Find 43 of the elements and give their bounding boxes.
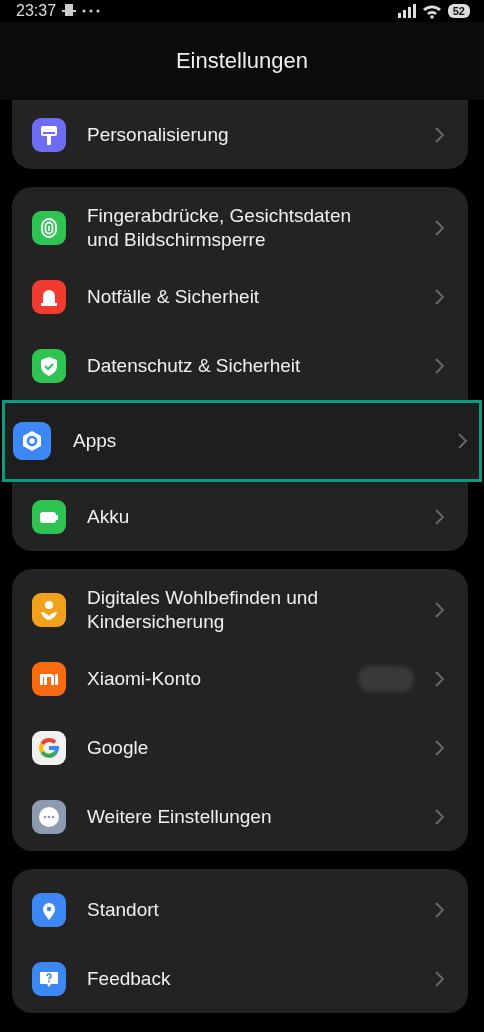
settings-row[interactable]: Xiaomi-Konto [12, 644, 468, 713]
chevron-icon [435, 739, 444, 756]
chevron-icon [435, 288, 444, 305]
settings-row[interactable]: Fingerabdrücke, Gesichtsdaten und Bildschirmsperre [12, 193, 468, 262]
chevron-icon [435, 508, 444, 525]
chevron-icon [435, 970, 444, 987]
setting-label: Fingerabdrücke, Gesichtsdaten und Bildschirmsperre [87, 203, 353, 252]
page-title: Einstellungen [175, 48, 309, 74]
setting-label: Feedback [87, 966, 172, 991]
setting-label: Notfälle & Sicherheit [87, 284, 261, 309]
signal-icon [397, 4, 416, 18]
settings-row[interactable]: Weitere Einstellungen [12, 782, 468, 851]
more-notifications-icon [82, 9, 101, 13]
chevron-icon [435, 901, 444, 918]
settings-row[interactable]: Datenschutz & Sicherheit [12, 331, 468, 400]
chevron-icon [435, 808, 444, 825]
settings-row[interactable]: Personalisierung [12, 100, 468, 169]
settings-row[interactable]: Feedback [12, 944, 468, 1013]
setting-label: Xiaomi-Konto [87, 666, 203, 691]
chevron-icon [435, 601, 444, 618]
settings-row[interactable]: Standort [12, 875, 468, 944]
setting-label: Personalisierung [87, 122, 230, 147]
settings-row[interactable]: Google [12, 713, 468, 782]
setting-label: Apps [73, 429, 118, 453]
setting-label: Google [87, 735, 150, 760]
chevron-icon [435, 357, 444, 374]
setting-label: Akku [87, 504, 131, 529]
settings-row[interactable]: Digitales Wohlbefinden und Kindersicherung [12, 575, 468, 644]
setting-label: Weitere Einstellungen [87, 804, 273, 829]
setting-label: Digitales Wohlbefinden und Kindersicherung [87, 585, 319, 634]
chevron-icon [435, 670, 444, 687]
chevron-icon [458, 433, 467, 449]
settings-row[interactable]: Akku [12, 482, 468, 551]
chevron-icon [435, 219, 444, 236]
settings-row[interactable]: Notfälle & Sicherheit [12, 262, 468, 331]
phone-icon [62, 3, 77, 19]
chevron-icon [435, 126, 444, 143]
wifi-icon [421, 3, 442, 19]
setting-label: Datenschutz & Sicherheit [87, 353, 302, 378]
highlighted-settings-row[interactable]: Apps [2, 400, 482, 482]
status-time: 23:37 [16, 2, 57, 20]
setting-label: Standort [87, 897, 160, 922]
battery-level: 52 [447, 4, 470, 18]
